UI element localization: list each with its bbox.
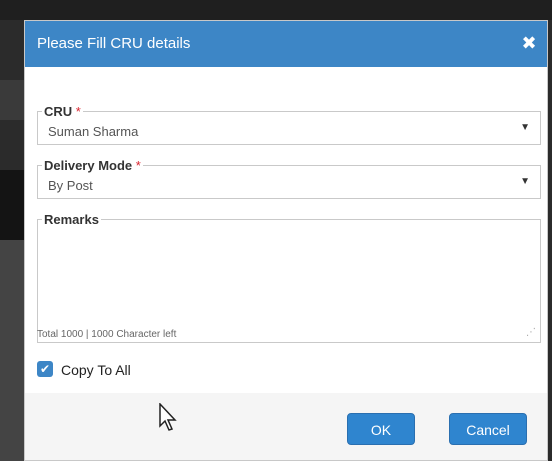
cru-label: CRU * xyxy=(42,104,83,120)
copy-to-all-label: Copy To All xyxy=(61,362,131,378)
cancel-button[interactable]: Cancel xyxy=(449,413,527,445)
copy-to-all-checkbox[interactable]: ✔ xyxy=(37,361,53,377)
remarks-label: Remarks xyxy=(42,212,101,228)
remarks-textarea[interactable] xyxy=(38,228,540,340)
required-asterisk: * xyxy=(135,158,141,173)
delivery-mode-label: Delivery Mode * xyxy=(42,158,143,174)
background-right-panel xyxy=(548,20,552,461)
dialog-header: Please Fill CRU details ✖ xyxy=(25,21,547,67)
cru-select[interactable]: CRU * Suman Sharma ▼ xyxy=(37,104,541,145)
dialog-title: Please Fill CRU details xyxy=(37,35,191,52)
character-counter: Total 1000 | 1000 Character left xyxy=(37,329,177,340)
background-strip xyxy=(0,80,24,120)
dialog-body: CRU * Suman Sharma ▼ Delivery Mode * By … xyxy=(25,67,547,393)
delivery-mode-selected-value: By Post xyxy=(48,178,93,193)
delivery-mode-select[interactable]: Delivery Mode * By Post ▼ xyxy=(37,158,541,199)
mouse-cursor-icon xyxy=(159,403,177,431)
chevron-down-icon: ▼ xyxy=(520,176,530,187)
required-asterisk: * xyxy=(75,104,81,119)
cru-details-dialog: Please Fill CRU details ✖ CRU * Suman Sh… xyxy=(24,20,548,461)
ok-button[interactable]: OK xyxy=(347,413,415,445)
background-top-bar xyxy=(0,0,552,20)
background-strip xyxy=(0,170,24,240)
chevron-down-icon: ▼ xyxy=(520,122,530,133)
resize-grip-icon[interactable]: ⋰ xyxy=(526,327,536,338)
remarks-field: Remarks ⋰ xyxy=(37,212,541,343)
background-strip xyxy=(0,240,24,461)
background-left-panel xyxy=(0,20,24,461)
cru-selected-value: Suman Sharma xyxy=(48,124,139,139)
close-button[interactable]: ✖ xyxy=(519,32,539,54)
